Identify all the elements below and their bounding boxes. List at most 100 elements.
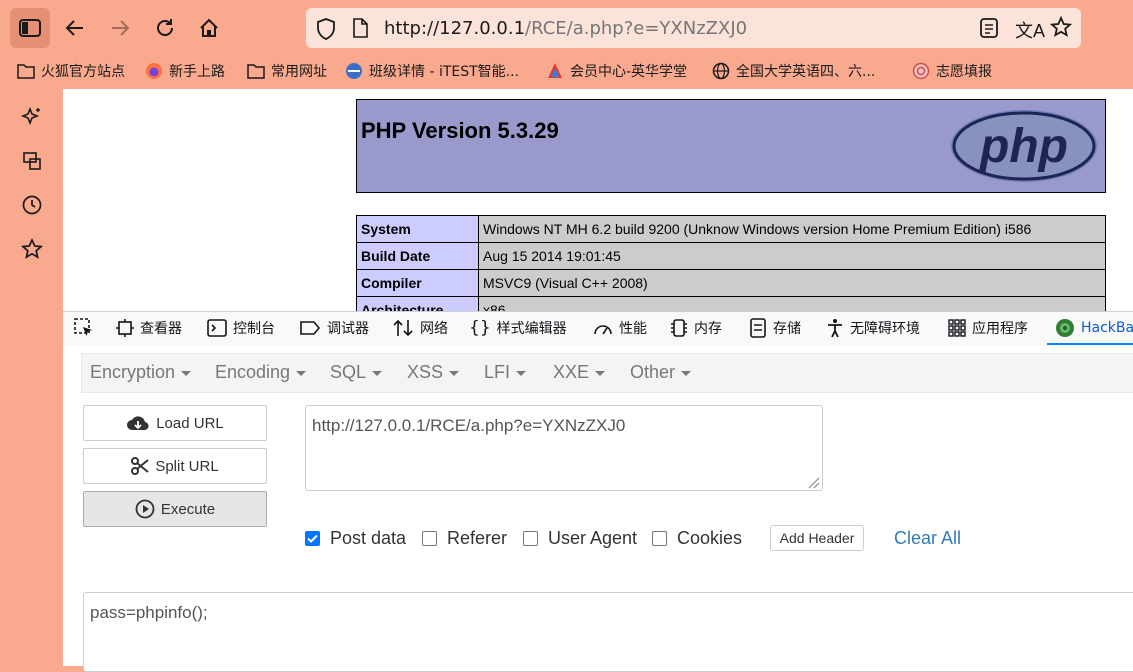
- cloud-download-icon: [126, 414, 150, 432]
- menu-sql[interactable]: SQL: [330, 362, 383, 383]
- split-url-button[interactable]: Split URL: [83, 448, 267, 484]
- clear-all-link[interactable]: Clear All: [894, 528, 961, 549]
- menu-xxe[interactable]: XXE: [553, 362, 606, 383]
- tab-application[interactable]: 应用程序: [948, 318, 1028, 338]
- caret-down-icon: [595, 370, 606, 376]
- menu-lfi[interactable]: LFI: [484, 362, 527, 383]
- caret-down-icon: [296, 370, 307, 376]
- post-data-checkbox[interactable]: Post data: [305, 528, 406, 549]
- storage-icon: [749, 318, 767, 338]
- tab-style-editor[interactable]: {} 样式编辑器: [469, 318, 567, 338]
- url-text[interactable]: http://127.0.0.1/RCE/a.php?e=YXNzZXJ0: [384, 18, 747, 39]
- page-icon[interactable]: [352, 18, 368, 43]
- tab-debugger[interactable]: 调试器: [299, 318, 369, 338]
- checkbox-icon[interactable]: [652, 531, 667, 546]
- folder-icon: [247, 62, 265, 80]
- bookmark-item[interactable]: 志愿填报: [912, 60, 992, 82]
- resize-handle-icon[interactable]: [804, 473, 820, 494]
- tab-performance[interactable]: 性能: [593, 318, 647, 338]
- url-textarea-value[interactable]: http://127.0.0.1/RCE/a.php?e=YXNzZXJ0: [312, 416, 625, 436]
- forward-button[interactable]: [100, 8, 140, 48]
- referer-checkbox[interactable]: Referer: [422, 528, 507, 549]
- bookmark-item[interactable]: 全国大学英语四、六...: [712, 60, 875, 82]
- grid-icon: [948, 319, 966, 337]
- star-icon[interactable]: [1049, 15, 1073, 43]
- post-data-textarea[interactable]: [83, 592, 1133, 672]
- bookmark-item[interactable]: 新手上路: [145, 60, 225, 82]
- menu-xss[interactable]: XSS: [407, 362, 460, 383]
- table-row: System Windows NT MH 6.2 build 9200 (Unkn…: [356, 215, 1106, 243]
- scissors-icon: [131, 457, 149, 475]
- table-row: Compiler MSVC9 (Visual C++ 2008): [356, 269, 1106, 297]
- caret-down-icon: [516, 370, 527, 376]
- shield-icon[interactable]: [316, 18, 336, 45]
- tab-accessibility[interactable]: 无障碍环境: [826, 318, 920, 338]
- gauge-icon: [593, 319, 613, 337]
- globe-icon: [712, 62, 730, 80]
- table-row: Architecture x86: [356, 296, 1106, 311]
- firefox-icon: [145, 62, 163, 80]
- caret-down-icon: [372, 370, 383, 376]
- history-icon[interactable]: [20, 193, 44, 217]
- hackbar-icon: [1055, 318, 1075, 338]
- network-icon: [392, 319, 414, 337]
- menu-other[interactable]: Other: [630, 362, 692, 383]
- php-header: PHP Version 5.3.29 php: [356, 99, 1106, 193]
- table-row: Build Date Aug 15 2014 19:01:45: [356, 242, 1106, 270]
- bookmark-item[interactable]: 常用网址: [247, 60, 327, 82]
- add-header-button[interactable]: Add Header: [770, 525, 864, 551]
- menu-encryption[interactable]: Encryption: [90, 362, 192, 383]
- execute-button[interactable]: Execute: [83, 491, 267, 527]
- back-icon: [65, 20, 83, 36]
- post-data-value[interactable]: pass=phpinfo();: [90, 603, 208, 623]
- bookmark-item[interactable]: 会员中心-英华学堂: [546, 60, 687, 82]
- synced-tabs-icon[interactable]: [20, 149, 44, 173]
- yinghua-icon: [546, 62, 564, 80]
- sidebar-toggle-button[interactable]: [10, 8, 50, 48]
- element-picker-icon[interactable]: [73, 317, 95, 344]
- bookmark-item[interactable]: 火狐官方站点: [17, 60, 125, 82]
- php-logo: php: [949, 108, 1099, 189]
- caret-down-icon: [181, 370, 192, 376]
- bookmark-item[interactable]: 班级详情 - iTEST智能...: [345, 60, 519, 82]
- reload-icon: [157, 19, 173, 36]
- page-title: PHP Version 5.3.29: [361, 118, 559, 143]
- sidebar-icon: [19, 19, 41, 37]
- tab-hackbar[interactable]: HackBar: [1055, 318, 1133, 338]
- translate-icon[interactable]: 文A: [1015, 17, 1045, 43]
- inspector-icon: [116, 319, 134, 337]
- accessibility-icon: [826, 318, 844, 338]
- active-tab-indicator: [1047, 343, 1133, 345]
- folder-icon: [17, 62, 35, 80]
- user-agent-checkbox[interactable]: User Agent: [523, 528, 637, 549]
- tab-memory[interactable]: 内存: [670, 318, 722, 338]
- caret-down-icon: [681, 370, 692, 376]
- tab-inspector[interactable]: 查看器: [116, 318, 182, 338]
- home-icon: [200, 18, 218, 37]
- back-button[interactable]: [55, 8, 95, 48]
- caret-down-icon: [449, 370, 460, 376]
- forward-icon: [112, 20, 130, 36]
- page-content: PHP Version 5.3.29 php System Windows NT …: [63, 89, 1133, 311]
- svg-text:php: php: [978, 120, 1068, 173]
- checkbox-icon[interactable]: [523, 531, 538, 546]
- tab-storage[interactable]: 存储: [749, 318, 801, 338]
- braces-icon: {}: [469, 318, 491, 338]
- checkbox-icon[interactable]: [422, 531, 437, 546]
- itest-icon: [345, 62, 363, 80]
- reload-button[interactable]: [145, 8, 185, 48]
- bookmarks-star-icon[interactable]: [20, 237, 44, 261]
- console-icon: [207, 319, 227, 337]
- reader-icon[interactable]: [980, 18, 998, 43]
- load-url-button[interactable]: Load URL: [83, 405, 267, 441]
- info-table: System Windows NT MH 6.2 build 9200 (Unkn…: [356, 215, 1106, 311]
- menu-encoding[interactable]: Encoding: [215, 362, 307, 383]
- debugger-icon: [299, 320, 321, 336]
- tab-network[interactable]: 网络: [392, 318, 448, 338]
- sparkle-icon[interactable]: [20, 105, 44, 129]
- checkbox-checked-icon[interactable]: [305, 531, 320, 546]
- home-button[interactable]: [189, 8, 229, 48]
- cookies-checkbox[interactable]: Cookies: [652, 528, 742, 549]
- target-icon: [912, 62, 930, 80]
- tab-console[interactable]: 控制台: [207, 318, 275, 338]
